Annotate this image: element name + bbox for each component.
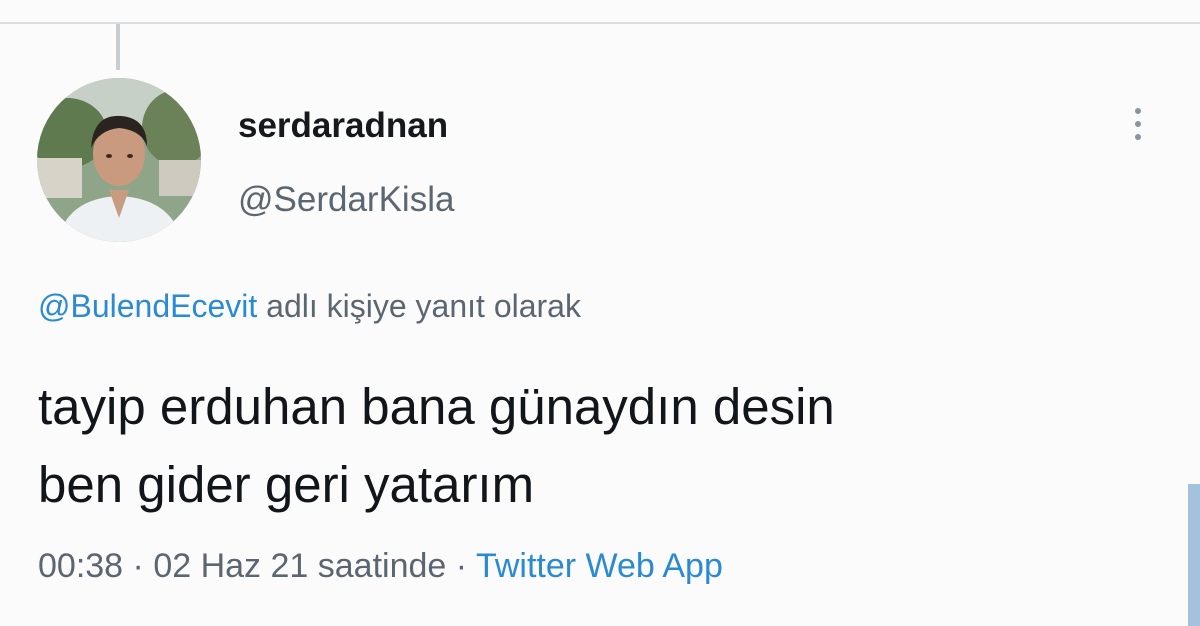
avatar[interactable] [37,78,201,242]
scrollbar[interactable] [1188,484,1200,626]
tweet-body: tayip erduhan bana günaydın desin ben gi… [38,368,1168,524]
more-vertical-icon[interactable] [1128,108,1148,150]
profile-photo-icon [37,78,201,242]
tweet-date[interactable]: 02 Haz 21 saatinde [153,547,446,585]
tweet-metadata: 00:38 · 02 Haz 21 saatinde · Twitter Web… [38,547,723,586]
author-handle[interactable]: @SerdarKisla [238,180,454,220]
reply-context: @BulendEcevit adlı kişiye yanıt olarak [38,288,581,325]
reply-context-text: adlı kişiye yanıt olarak [266,288,581,324]
author-display-name[interactable]: serdaradnan [238,106,448,146]
thread-connector-line [116,24,120,70]
meta-separator: · [455,547,468,585]
top-divider [0,22,1200,24]
tweet-line: tayip erduhan bana günaydın desin [38,378,835,435]
tweet-line: ben gider geri yatarım [38,456,535,513]
tweet-time[interactable]: 00:38 [38,547,123,585]
meta-separator: · [132,547,144,585]
tweet-source-link[interactable]: Twitter Web App [476,547,723,585]
reply-mention-link[interactable]: @BulendEcevit [38,288,257,324]
